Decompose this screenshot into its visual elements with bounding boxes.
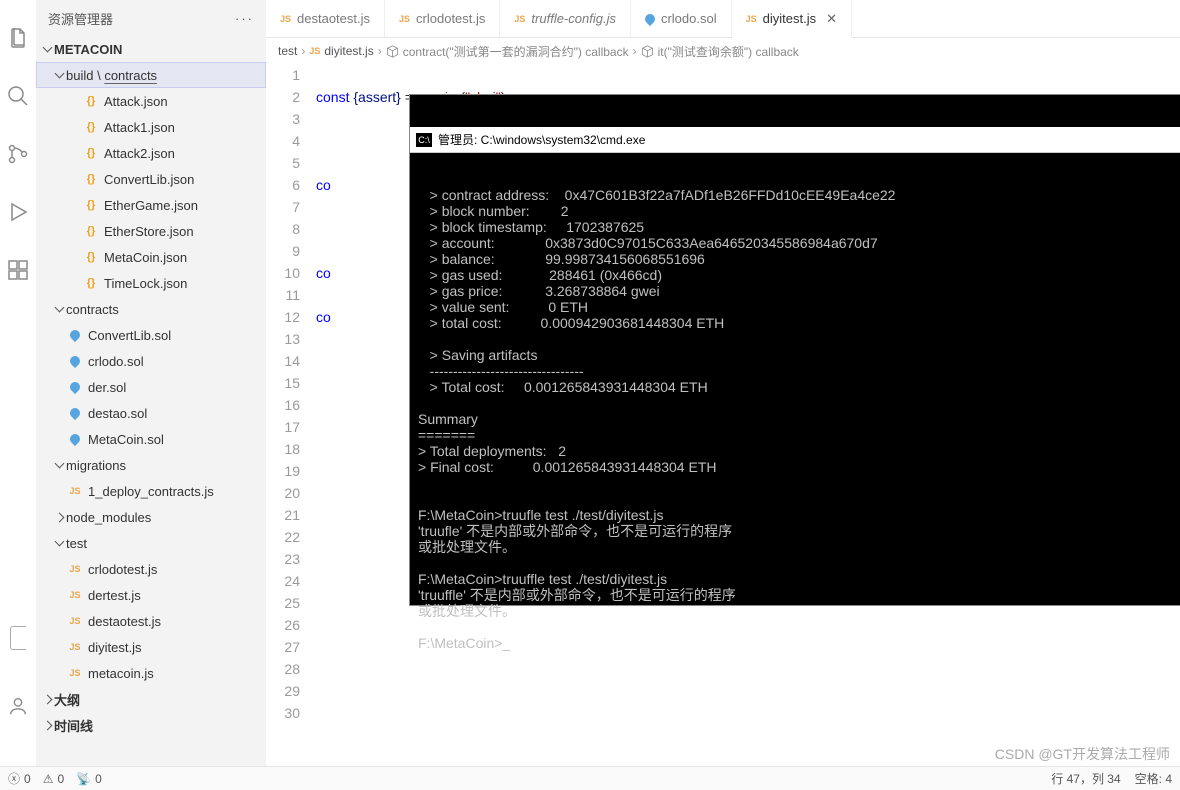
status-bar: ⓧ 0 ⚠ 0 📡 0 行 47，列 34 空格: 4 <box>0 766 1180 790</box>
cmd-icon: C:\ <box>416 133 432 147</box>
js-icon: JS <box>69 486 80 496</box>
js-icon: JS <box>514 14 525 24</box>
tab-bar: JSdestaotest.js JScrlodotest.js JStruffl… <box>266 0 1180 38</box>
search-icon[interactable] <box>4 82 32 110</box>
project-root[interactable]: METACOIN <box>36 36 266 62</box>
file-diyitest-js[interactable]: JSdiyitest.js <box>36 634 266 660</box>
sidebar-header: 资源管理器 ··· <box>36 0 266 36</box>
line-numbers: 1234567891011121314151617181920212223242… <box>266 64 316 766</box>
json-icon: {} <box>87 173 96 185</box>
file-destaotest-js[interactable]: JSdestaotest.js <box>36 608 266 634</box>
file-crlodotest-js[interactable]: JScrlodotest.js <box>36 556 266 582</box>
js-icon: JS <box>399 14 410 24</box>
activity-bottom <box>0 692 36 720</box>
terminal-window[interactable]: C:\ 管理员: C:\windows\system32\cmd.exe > c… <box>409 94 1180 606</box>
terminal-output: > contract address: 0x47C601B3f22a7fADf1… <box>410 185 1180 653</box>
file-deploy-js[interactable]: JS1_deploy_contracts.js <box>36 478 266 504</box>
file-metacoin-json[interactable]: {}MetaCoin.json <box>36 244 266 270</box>
status-line-col[interactable]: 行 47，列 34 <box>1051 770 1120 787</box>
tab-truffle-config[interactable]: JStruffle-config.js <box>500 0 631 37</box>
source-control-icon[interactable] <box>4 140 32 168</box>
folder-build[interactable]: build \ contracts <box>36 62 266 88</box>
file-timelock-json[interactable]: {}TimeLock.json <box>36 270 266 296</box>
json-icon: {} <box>87 121 96 133</box>
sidebar: 资源管理器 ··· METACOIN build \ contracts {}A… <box>36 0 266 790</box>
js-icon: JS <box>746 14 757 24</box>
js-icon: JS <box>69 564 80 574</box>
json-icon: {} <box>87 199 96 211</box>
solidity-icon <box>68 328 82 342</box>
file-attack2-json[interactable]: {}Attack2.json <box>36 140 266 166</box>
outline-panel[interactable]: 大纲 <box>36 686 266 712</box>
js-icon: JS <box>69 668 80 678</box>
account-icon[interactable] <box>4 692 32 720</box>
file-metacoin-js[interactable]: JSmetacoin.js <box>36 660 266 686</box>
breadcrumbs[interactable]: test› JSdiyitest.js› contract("测试第一套的漏洞合… <box>266 38 1180 64</box>
json-icon: {} <box>87 95 96 107</box>
panel-tip <box>0 626 36 650</box>
file-der-sol[interactable]: der.sol <box>36 374 266 400</box>
file-tree: METACOIN build \ contracts {}Attack.json… <box>36 36 266 790</box>
file-metacoin-sol[interactable]: MetaCoin.sol <box>36 426 266 452</box>
status-warnings[interactable]: ⚠ 0 <box>43 772 64 786</box>
code-content[interactable]: const {assert} = require("chai") co co c… <box>316 64 1180 766</box>
sidebar-title: 资源管理器 <box>48 9 113 28</box>
file-attack-json[interactable]: {}Attack.json <box>36 88 266 114</box>
explorer-icon[interactable] <box>4 24 32 52</box>
timeline-panel[interactable]: 时间线 <box>36 712 266 738</box>
solidity-icon <box>643 11 657 25</box>
json-icon: {} <box>87 147 96 159</box>
folder-node-modules[interactable]: node_modules <box>36 504 266 530</box>
folder-contracts[interactable]: contracts <box>36 296 266 322</box>
terminal-titlebar[interactable]: C:\ 管理员: C:\windows\system32\cmd.exe <box>410 127 1180 153</box>
js-icon: JS <box>69 616 80 626</box>
tab-crlodo-sol[interactable]: crlodo.sol <box>631 0 732 37</box>
file-convertlib-sol[interactable]: ConvertLib.sol <box>36 322 266 348</box>
solidity-icon <box>68 406 82 420</box>
activity-bar <box>0 0 36 790</box>
code-editor[interactable]: 1234567891011121314151617181920212223242… <box>266 64 1180 766</box>
file-crlodo-sol[interactable]: crlodo.sol <box>36 348 266 374</box>
run-debug-icon[interactable] <box>4 198 32 226</box>
solidity-icon <box>68 380 82 394</box>
js-icon: JS <box>69 642 80 652</box>
method-icon <box>386 45 399 58</box>
file-etherstore-json[interactable]: {}EtherStore.json <box>36 218 266 244</box>
json-icon: {} <box>87 225 96 237</box>
sidebar-more-icon[interactable]: ··· <box>235 11 254 26</box>
js-icon: JS <box>280 14 291 24</box>
extensions-icon[interactable] <box>4 256 32 284</box>
tab-destaotest[interactable]: JSdestaotest.js <box>266 0 385 37</box>
status-spaces[interactable]: 空格: 4 <box>1135 770 1172 787</box>
method-icon <box>641 45 654 58</box>
editor-area: JSdestaotest.js JScrlodotest.js JStruffl… <box>266 0 1180 766</box>
close-icon[interactable]: ✕ <box>826 11 837 27</box>
js-icon: JS <box>309 46 320 56</box>
js-icon: JS <box>69 590 80 600</box>
json-icon: {} <box>87 277 96 289</box>
json-icon: {} <box>87 251 96 263</box>
status-ports[interactable]: 📡 0 <box>76 772 102 786</box>
folder-test[interactable]: test <box>36 530 266 556</box>
status-errors[interactable]: ⓧ 0 <box>8 770 31 787</box>
file-ethergame-json[interactable]: {}EtherGame.json <box>36 192 266 218</box>
file-convertlib-json[interactable]: {}ConvertLib.json <box>36 166 266 192</box>
tab-diyitest-active[interactable]: JSdiyitest.js✕ <box>732 0 852 38</box>
file-attack1-json[interactable]: {}Attack1.json <box>36 114 266 140</box>
solidity-icon <box>68 354 82 368</box>
tab-crlodotest[interactable]: JScrlodotest.js <box>385 0 500 37</box>
file-dertest-js[interactable]: JSdertest.js <box>36 582 266 608</box>
folder-migrations[interactable]: migrations <box>36 452 266 478</box>
solidity-icon <box>68 432 82 446</box>
file-destao-sol[interactable]: destao.sol <box>36 400 266 426</box>
